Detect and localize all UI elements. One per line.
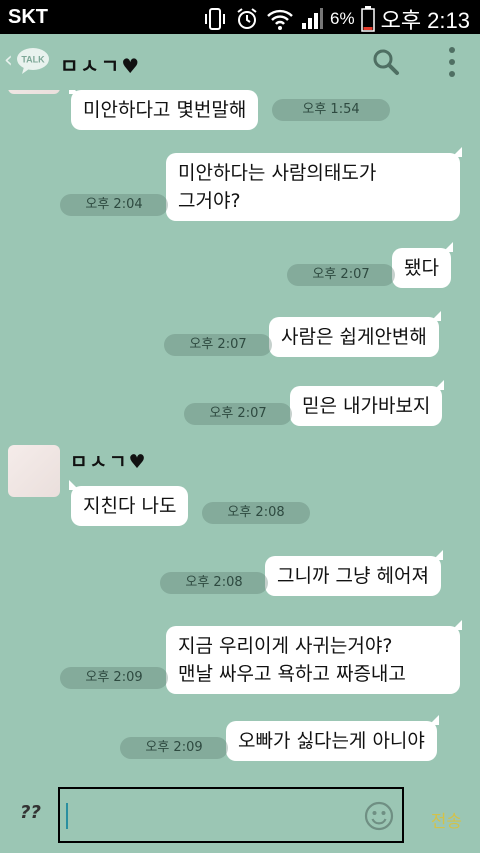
vibrate-icon [205,8,225,30]
message-bubble[interactable]: 지친다 나도 [68,480,189,526]
message-timestamp: 오후 1:54 [272,99,390,121]
chat-message-list[interactable]: 미안하다고 몇번말해 오후 1:54 미안하다는 사람의태도가 그거야? 오후 … [0,90,480,775]
more-options-icon[interactable] [448,46,456,78]
message-input[interactable] [58,787,404,843]
avatar[interactable] [8,445,60,497]
message-timestamp: 오후 2:09 [120,737,228,759]
avatar[interactable] [8,90,60,94]
message-bubble[interactable]: 미안하다고 몇번말해 [68,90,259,130]
message-timestamp: 오후 2:07 [287,264,395,286]
send-button[interactable]: 전송 [431,807,462,832]
chevron-left-icon[interactable]: ‹ [4,48,13,73]
status-bar: SKT 6% 오후 2:13 [0,0,480,34]
signal-icon [302,8,323,29]
wifi-icon [267,9,293,30]
battery-percent: 6% [330,9,355,28]
message-timestamp: 오후 2:07 [184,403,292,425]
attach-button[interactable]: ?? [20,802,41,823]
alarm-icon [237,8,257,29]
message-timestamp: 오후 2:08 [202,502,310,524]
search-icon[interactable] [372,48,400,76]
message-bubble[interactable]: 됐다 [392,242,453,288]
svg-text:TALK: TALK [21,55,45,65]
kakaotalk-logo[interactable]: TALK [16,47,50,75]
text-caret [66,803,68,829]
message-timestamp: 오후 2:07 [164,334,272,356]
carrier-label: SKT [8,6,48,28]
message-bubble[interactable]: 미안하다는 사람의태도가 그거야? [166,147,462,221]
chat-title: ㅁㅅㄱ♥ [60,54,142,78]
message-bubble[interactable]: 믿은 내가바보지 [290,380,445,426]
message-bubble[interactable]: 그니까 그냥 헤어져 [265,550,443,596]
message-timestamp: 오후 2:04 [60,194,168,216]
emoticon-icon[interactable] [364,801,394,831]
message-input-bar: ?? 전송 [0,775,480,853]
message-timestamp: 오후 2:08 [160,572,268,594]
message-bubble[interactable]: 사람은 쉽게안변해 [269,311,441,357]
status-icons: 6% 오후 2:13 [202,3,470,35]
sender-name: ㅁㅅㄱ♥ [70,451,148,473]
message-bubble[interactable]: 오빠가 싫다는게 아니야 [226,715,439,761]
clock: 오후 2:13 [380,8,470,33]
battery-icon [360,6,375,32]
message-bubble[interactable]: 지금 우리이게 사귀는거야? 맨날 싸우고 욕하고 짜증내고 [166,620,462,694]
chat-header: ‹ TALK ㅁㅅㄱ♥ [0,34,480,90]
message-timestamp: 오후 2:09 [60,667,168,689]
